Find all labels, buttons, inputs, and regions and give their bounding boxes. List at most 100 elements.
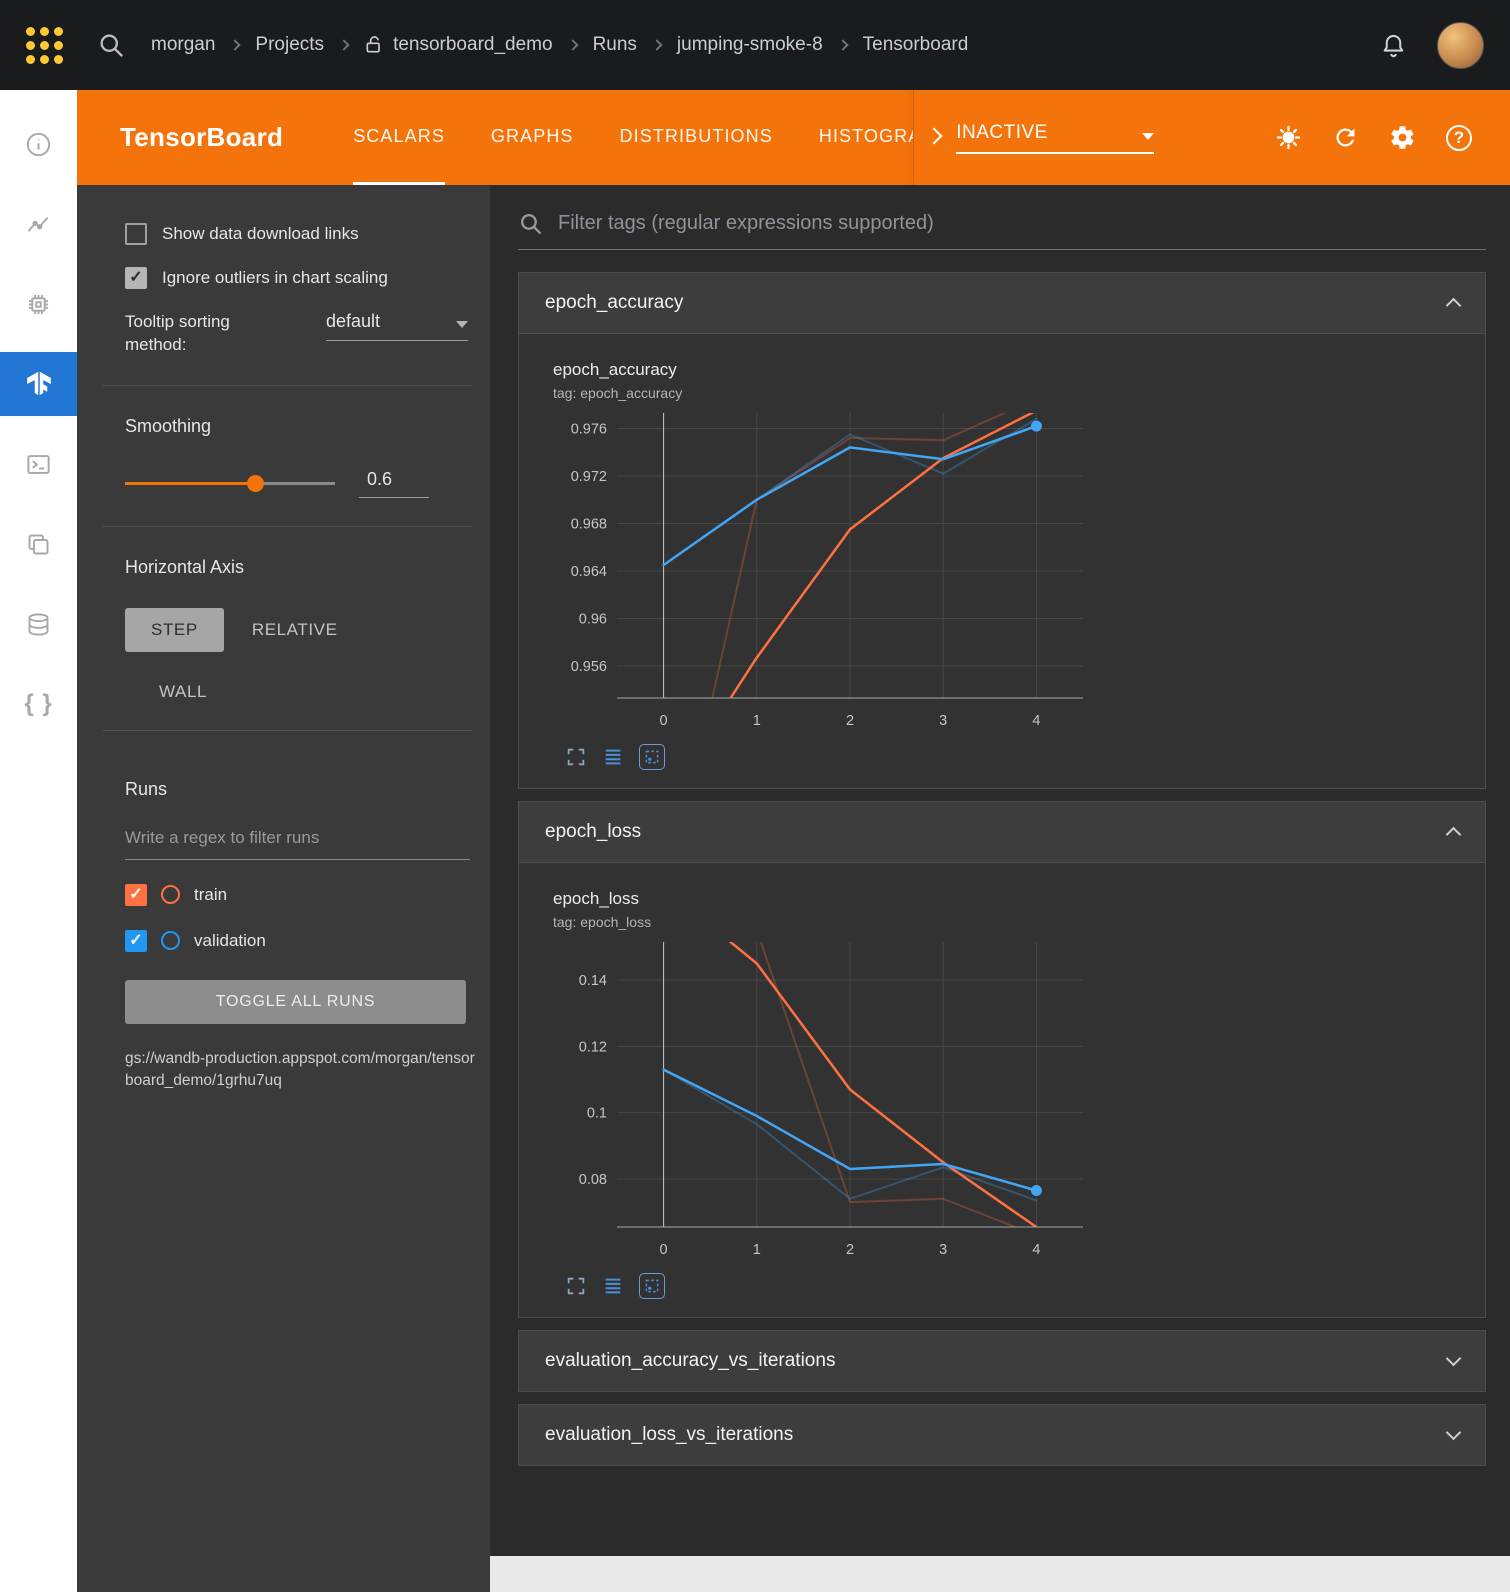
svg-text:0.12: 0.12 xyxy=(579,1039,607,1055)
chevron-down-icon xyxy=(1446,1425,1462,1441)
breadcrumb-user[interactable]: morgan xyxy=(151,34,215,56)
svg-text:0: 0 xyxy=(660,713,668,729)
fit-domain-icon[interactable] xyxy=(639,1273,665,1299)
run-status-label: INACTIVE xyxy=(956,122,1048,144)
braces-icon: { } xyxy=(24,690,52,718)
epoch-loss-plot[interactable]: 0.080.10.120.1401234 xyxy=(553,934,1093,1269)
database-icon xyxy=(25,611,52,638)
smoothing-value-input[interactable]: 0.6 xyxy=(359,469,429,498)
breadcrumb-project[interactable]: tensorboard_demo xyxy=(393,34,553,56)
chevron-up-icon xyxy=(1446,827,1462,843)
tab-distributions[interactable]: DISTRIBUTIONS xyxy=(620,90,773,185)
section-evaluation-loss-header[interactable]: evaluation_loss_vs_iterations xyxy=(519,1405,1485,1465)
rail-item-system[interactable] xyxy=(0,264,77,344)
search-icon[interactable] xyxy=(97,31,125,59)
rail-item-artifacts[interactable] xyxy=(0,584,77,664)
section-epoch-loss-header[interactable]: epoch_loss xyxy=(519,802,1485,862)
fit-domain-icon[interactable] xyxy=(639,744,665,770)
expand-chart-icon[interactable] xyxy=(565,746,587,768)
chevron-down-icon xyxy=(456,321,468,328)
axis-relative-button[interactable]: RELATIVE xyxy=(252,620,338,640)
line-chart-icon xyxy=(25,211,52,238)
tensorboard-header: TensorBoard SCALARS GRAPHS DISTRIBUTIONS… xyxy=(77,90,1510,185)
rail-item-charts[interactable] xyxy=(0,184,77,264)
horizontal-axis-label: Horizontal Axis xyxy=(125,557,472,578)
section-epoch-accuracy: epoch_accuracy epoch_accuracy tag: epoch… xyxy=(518,272,1486,789)
chart-tag: tag: epoch_accuracy xyxy=(553,385,1118,401)
scalars-sidebar: Show data download links Ignore outliers… xyxy=(77,185,490,1592)
divider xyxy=(103,385,472,386)
header-divider xyxy=(913,90,914,185)
breadcrumb-separator xyxy=(651,39,662,50)
tooltip-sorting-label: Tooltip sorting method: xyxy=(125,311,290,357)
run-selector-icon[interactable] xyxy=(602,746,624,768)
chip-icon xyxy=(25,291,52,318)
run-selector-icon[interactable] xyxy=(602,1275,624,1297)
expand-chart-icon[interactable] xyxy=(565,1275,587,1297)
divider xyxy=(103,730,472,731)
rail-item-config[interactable]: { } xyxy=(0,664,77,744)
brightness-icon[interactable] xyxy=(1275,124,1302,151)
rail-item-logs[interactable] xyxy=(0,424,77,504)
run-validation-checkbox[interactable] xyxy=(125,930,147,952)
show-download-links-label: Show data download links xyxy=(162,224,359,244)
refresh-icon[interactable] xyxy=(1332,124,1359,151)
notifications-bell-icon[interactable] xyxy=(1380,32,1407,59)
lock-open-icon xyxy=(364,35,384,55)
svg-text:3: 3 xyxy=(939,713,947,729)
tabs-scroll-right-icon[interactable] xyxy=(928,129,940,147)
ignore-outliers-label: Ignore outliers in chart scaling xyxy=(162,268,388,288)
info-icon xyxy=(25,131,52,158)
breadcrumb-runs[interactable]: Runs xyxy=(593,34,637,56)
section-title: evaluation_loss_vs_iterations xyxy=(545,1424,793,1446)
svg-text:0.14: 0.14 xyxy=(579,973,607,989)
run-status-dropdown[interactable]: INACTIVE xyxy=(956,122,1154,154)
section-epoch-loss: epoch_loss epoch_loss tag: epoch_loss 0.… xyxy=(518,801,1486,1318)
divider xyxy=(103,526,472,527)
svg-text:1: 1 xyxy=(753,713,761,729)
section-title: evaluation_accuracy_vs_iterations xyxy=(545,1350,835,1372)
tab-scalars[interactable]: SCALARS xyxy=(353,90,445,185)
wandb-logo-icon[interactable] xyxy=(26,27,63,64)
breadcrumb-separator xyxy=(230,39,241,50)
run-validation-color-swatch[interactable] xyxy=(161,931,180,950)
breadcrumb-tensorboard[interactable]: Tensorboard xyxy=(863,34,969,56)
svg-text:0.968: 0.968 xyxy=(571,516,607,532)
breadcrumb-projects[interactable]: Projects xyxy=(255,34,324,56)
smoothing-slider[interactable] xyxy=(125,482,335,485)
ignore-outliers-checkbox[interactable] xyxy=(125,267,147,289)
tooltip-sorting-dropdown[interactable]: default xyxy=(326,311,468,341)
help-icon[interactable]: ? xyxy=(1446,125,1472,151)
tab-histograms[interactable]: HISTOGRAMS xyxy=(819,90,913,185)
run-validation-label: validation xyxy=(194,931,266,951)
run-train-color-swatch[interactable] xyxy=(161,885,180,904)
section-epoch-accuracy-header[interactable]: epoch_accuracy xyxy=(519,273,1485,333)
run-train-checkbox[interactable] xyxy=(125,884,147,906)
svg-text:1: 1 xyxy=(753,1242,761,1258)
tensorflow-icon xyxy=(24,369,54,399)
filter-tags-input[interactable]: Filter tags (regular expressions support… xyxy=(518,211,1486,250)
section-evaluation-loss: evaluation_loss_vs_iterations xyxy=(518,1404,1486,1466)
smoothing-slider-thumb[interactable] xyxy=(247,475,264,492)
avatar[interactable] xyxy=(1437,22,1484,69)
breadcrumb-run[interactable]: jumping-smoke-8 xyxy=(677,34,823,56)
toggle-all-runs-button[interactable]: TOGGLE ALL RUNS xyxy=(125,980,466,1024)
svg-text:2: 2 xyxy=(846,713,854,729)
chevron-down-icon xyxy=(1142,133,1154,140)
section-evaluation-accuracy-header[interactable]: evaluation_accuracy_vs_iterations xyxy=(519,1331,1485,1391)
axis-step-button[interactable]: STEP xyxy=(125,608,224,652)
svg-text:0.96: 0.96 xyxy=(579,611,607,627)
runs-regex-input[interactable]: Write a regex to filter runs xyxy=(125,828,470,860)
settings-gear-icon[interactable] xyxy=(1389,124,1416,151)
show-download-links-checkbox[interactable] xyxy=(125,223,147,245)
axis-wall-button[interactable]: WALL xyxy=(159,682,207,702)
run-row-train: train xyxy=(125,884,472,906)
tab-graphs[interactable]: GRAPHS xyxy=(491,90,574,185)
top-navbar: morgan Projects tensorboard_demo Runs ju… xyxy=(0,0,1510,90)
epoch-accuracy-plot[interactable]: 0.9560.960.9640.9680.9720.97601234 xyxy=(553,405,1093,740)
rail-item-files[interactable] xyxy=(0,504,77,584)
smoothing-label: Smoothing xyxy=(125,416,472,437)
terminal-icon xyxy=(25,451,52,478)
rail-item-tensorboard[interactable] xyxy=(0,352,77,416)
rail-item-info[interactable] xyxy=(0,104,77,184)
